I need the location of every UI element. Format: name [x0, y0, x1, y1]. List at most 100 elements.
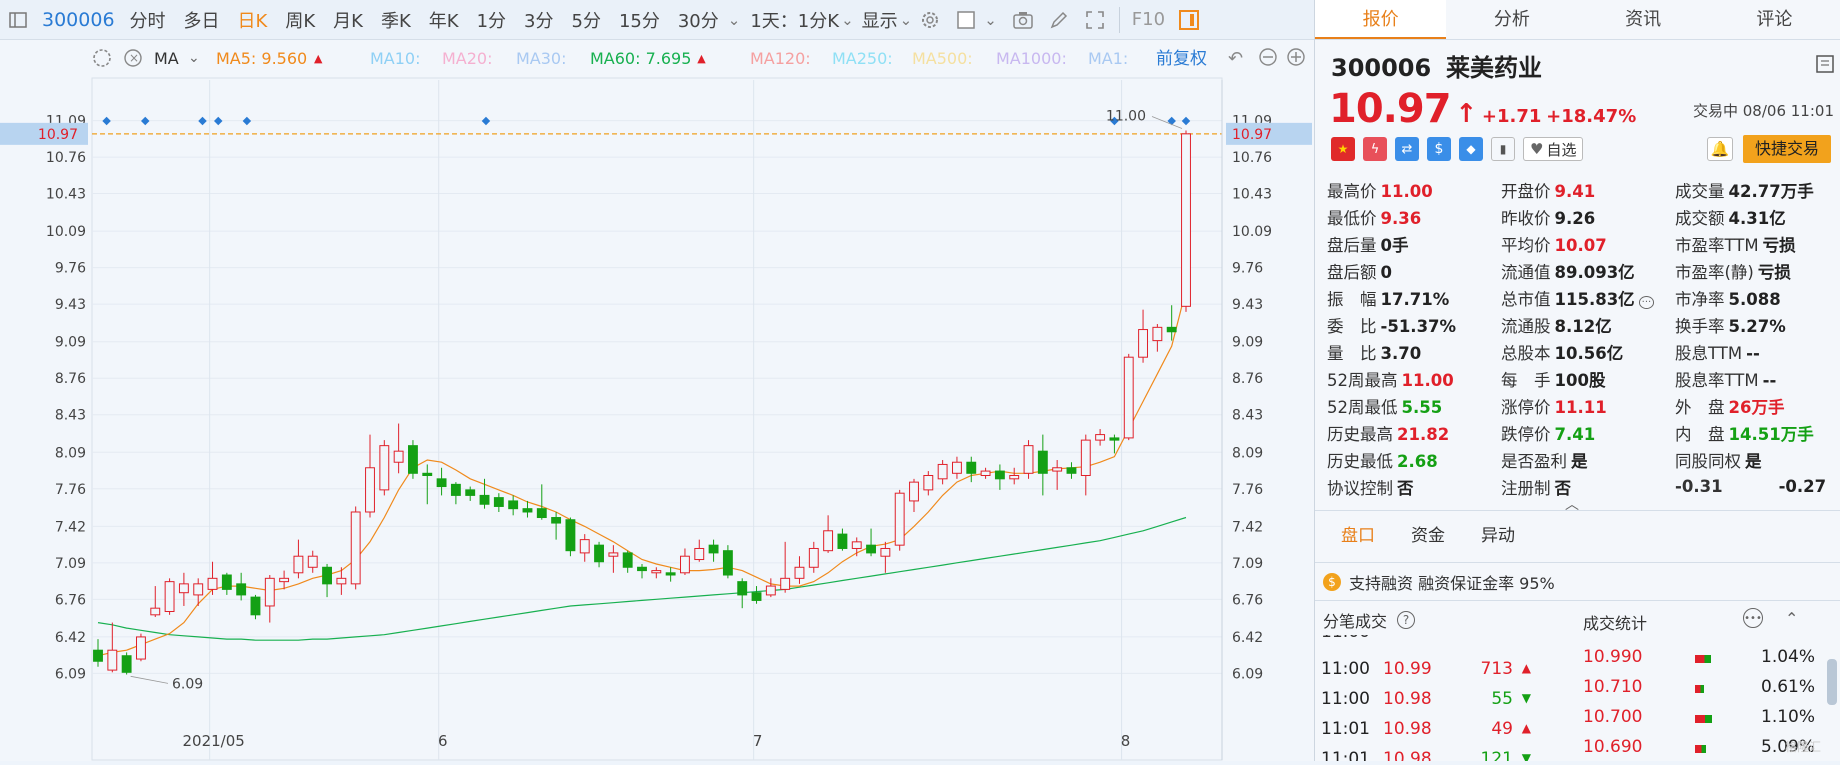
candle-body — [1066, 467, 1077, 474]
quick-trade-button[interactable]: 快捷交易 — [1743, 135, 1831, 163]
chevron-down-icon[interactable]: ⌄ — [984, 11, 997, 29]
period-tab[interactable]: 日K — [238, 7, 268, 33]
lightning-icon[interactable]: ϟ — [1363, 137, 1387, 161]
ma-legend-item: MA30: — [516, 49, 567, 68]
stat-bar — [1695, 715, 1712, 723]
candle-body — [1080, 439, 1091, 477]
quote-row: 52周最低 5.55 涨停价 11.11 外 盘 26万手 — [1327, 392, 1835, 419]
collapse-icon[interactable]: ⌃ — [1785, 609, 1798, 628]
watchlist-button[interactable]: ♥ 自选 — [1523, 137, 1584, 161]
y-tick-label: 10.43 — [46, 187, 86, 203]
quote-label: 盘后量 — [1327, 235, 1377, 255]
trades-header: 分笔成交 ? — [1323, 608, 1416, 632]
y-tick-label: 10.09 — [46, 224, 86, 240]
period-tab[interactable]: 5分 — [572, 7, 601, 33]
trade-row: 11:01 10.98 49 ▲ — [1321, 719, 1551, 747]
kline-chart-area[interactable]: × MA ⌄ MA5: 9.560 ▲ MA10: MA20: MA30: MA60: 7.69… — [0, 40, 1314, 761]
scrollbar-thumb[interactable] — [1827, 659, 1837, 705]
quote-value: 115.83亿 — [1554, 289, 1635, 309]
ma-legend-item: MA20: — [442, 49, 493, 68]
quote-value: 0手 — [1380, 235, 1409, 255]
candle-body — [193, 583, 204, 596]
more-icon[interactable]: ··· — [1638, 295, 1655, 309]
checkbox-icon[interactable] — [954, 8, 978, 32]
candle-body — [136, 636, 146, 660]
pencil-icon[interactable] — [1047, 8, 1071, 32]
chevron-down-icon[interactable]: ⌄ — [728, 11, 741, 29]
display-menu[interactable]: 显示 — [862, 7, 898, 33]
quote-tab[interactable]: 评论 — [1709, 0, 1840, 39]
y-tick-label: 9.76 — [55, 261, 86, 277]
trades-list-area[interactable]: 11:00 11:0010.99713▲11:0010.9855▼11:0110… — [1315, 635, 1840, 761]
chevron-down-icon[interactable]: ⌄ — [841, 11, 854, 29]
help-icon[interactable]: ? — [1397, 611, 1416, 629]
period-tab[interactable]: 周K — [285, 7, 315, 33]
tag-icon[interactable]: ◆ — [1459, 137, 1483, 161]
candle-body — [422, 472, 433, 477]
quote-value: 亏损 — [1757, 262, 1791, 282]
candle-body — [393, 450, 404, 463]
candle-body — [1095, 434, 1106, 441]
period-tab[interactable]: 多日 — [184, 7, 220, 33]
collapse-chevron-icon[interactable]: ︿ — [1565, 494, 1579, 514]
trade-volume: 49 — [1491, 719, 1513, 739]
quote-label: 成交量 — [1675, 181, 1725, 201]
period-tab[interactable]: 月K — [333, 7, 363, 33]
quote-value: 8.12亿 — [1554, 316, 1612, 336]
quote-value: 9.41 — [1554, 181, 1596, 201]
candle-body — [794, 566, 805, 579]
fullscreen-icon[interactable] — [1083, 8, 1107, 32]
depth-tab[interactable]: 盘口 — [1323, 523, 1393, 549]
quote-tab[interactable]: 报价 — [1315, 0, 1447, 39]
candle-body — [880, 547, 891, 557]
panel-toggle-icon[interactable] — [1177, 8, 1201, 32]
quote-row: 52周最高 11.00 每 手 100股 股息率TTM -- — [1327, 365, 1835, 392]
quote-label: 股息率TTM — [1675, 370, 1759, 390]
f10-button[interactable]: F10 — [1132, 9, 1165, 30]
stock-icon-row: ★ ϟ ⇄ $ ◆ ▮ ♥ 自选 — [1331, 137, 1584, 161]
candle-body — [837, 533, 848, 549]
candle-body — [551, 517, 562, 524]
candle-body — [780, 577, 791, 590]
detail-panel-icon[interactable] — [1815, 54, 1835, 78]
y-tick-label: 6.76 — [55, 592, 86, 608]
period-tab[interactable]: 30分 — [678, 7, 719, 33]
quote-value: 9.26 — [1554, 208, 1596, 228]
period-select[interactable]: 1天：1分K — [750, 7, 839, 33]
up-triangle-icon: ▲ — [314, 52, 323, 65]
quote-label: 盘后额 — [1327, 262, 1377, 282]
bell-icon[interactable]: 🔔 — [1707, 137, 1733, 161]
settings-icon[interactable] — [93, 49, 111, 67]
candle-body — [808, 547, 819, 568]
period-tab[interactable]: 分时 — [130, 7, 166, 33]
candle-body — [866, 544, 876, 554]
chevron-down-icon[interactable]: ⌄ — [900, 11, 913, 29]
period-tab[interactable]: 1分 — [477, 7, 506, 33]
quote-label: 52周最高 — [1327, 370, 1398, 390]
y-tick-label: 8.09 — [1232, 445, 1263, 461]
candle-body — [737, 581, 748, 596]
period-tab[interactable]: 年K — [429, 7, 459, 33]
sidebar-toggle-icon[interactable] — [6, 8, 30, 32]
period-tab[interactable]: 15分 — [619, 7, 660, 33]
more-options-icon[interactable]: ••• — [1743, 608, 1763, 628]
stock-code-title: 300006 — [1331, 54, 1432, 82]
stock-code[interactable]: 300006 — [42, 9, 115, 31]
quote-value: 17.71% — [1380, 289, 1450, 309]
dollar-icon[interactable]: $ — [1427, 137, 1451, 161]
shuffle-icon[interactable]: ⇄ — [1395, 137, 1419, 161]
y-tick-label: 9.43 — [1232, 297, 1263, 313]
candle-body — [966, 461, 977, 474]
camera-icon[interactable] — [1011, 8, 1035, 32]
depth-tab[interactable]: 资金 — [1393, 523, 1463, 549]
kline-chart[interactable]: × MA ⌄ MA5: 9.560 ▲ MA10: MA20: MA30: MA60: 7.69… — [0, 40, 1314, 761]
bookmark-icon[interactable]: ▮ — [1491, 137, 1515, 161]
adjust-mode-button[interactable]: 前复权 — [1156, 49, 1207, 69]
settings-gear-icon[interactable] — [918, 8, 942, 32]
period-tab[interactable]: 3分 — [524, 7, 553, 33]
quote-tab[interactable]: 分析 — [1446, 0, 1577, 39]
quote-tab[interactable]: 资讯 — [1578, 0, 1709, 39]
depth-tab[interactable]: 异动 — [1463, 523, 1533, 549]
trade-volume: 55 — [1491, 689, 1513, 709]
period-tab[interactable]: 季K — [381, 7, 411, 33]
